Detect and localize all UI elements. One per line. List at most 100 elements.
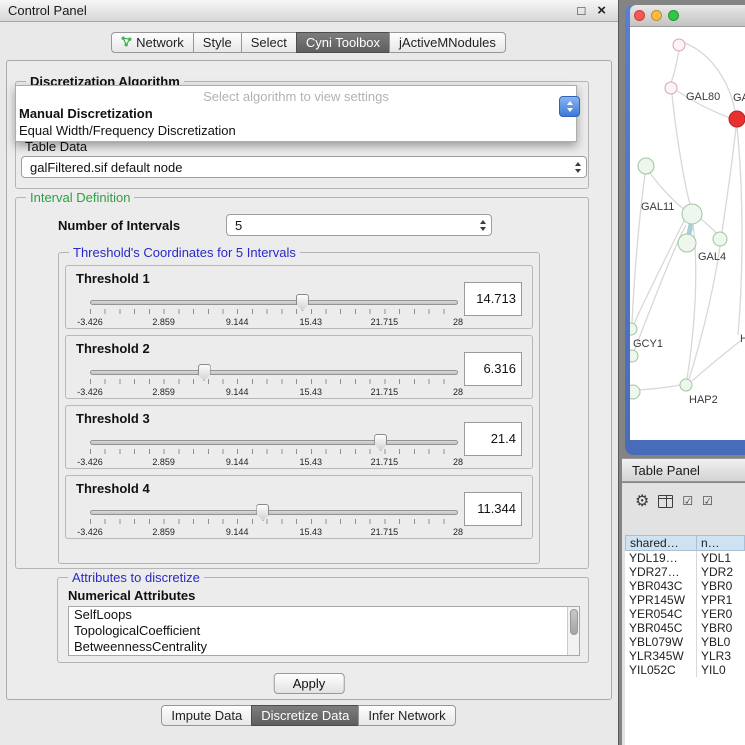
number-of-intervals-select[interactable]: 5: [226, 214, 492, 236]
network-node[interactable]: [630, 323, 637, 335]
threshold-value-field[interactable]: 6.316: [464, 352, 522, 386]
settings-gear-icon[interactable]: ⚙: [635, 491, 649, 511]
table-cell: YIL052C: [625, 663, 697, 677]
list-scrollbar[interactable]: [567, 607, 579, 655]
network-edge: [737, 127, 742, 335]
network-node-label: GAL80: [686, 91, 720, 103]
table-row[interactable]: YBR043CYBR0: [625, 579, 745, 593]
restore-icon[interactable]: □: [577, 3, 585, 18]
network-node[interactable]: [678, 234, 696, 252]
select-none-checkbox-icon[interactable]: ☑: [702, 494, 713, 508]
threshold-slider[interactable]: -3.4262.8599.14415.4321.71528: [90, 364, 458, 400]
network-node[interactable]: [630, 385, 640, 399]
bottom-tab-infer-network[interactable]: Infer Network: [358, 705, 455, 726]
mac-close-button[interactable]: [634, 10, 645, 21]
scale-tick-label: 28: [453, 387, 463, 397]
network-node[interactable]: [665, 82, 677, 94]
threshold-value-field[interactable]: 21.4: [464, 422, 522, 456]
stepper-icon: [480, 218, 486, 232]
threshold-value-field[interactable]: 14.713: [464, 282, 522, 316]
threshold-panel: Threshold 3-3.4262.8599.14415.4321.71528…: [65, 405, 533, 469]
scale-tick-label: -3.426: [77, 387, 103, 397]
tab-label: jActiveMNodules: [399, 35, 496, 50]
table-row[interactable]: YDL19…YDL1: [625, 551, 745, 565]
tab-select[interactable]: Select: [241, 32, 297, 53]
table-cell: YBL0: [697, 635, 745, 649]
attribute-list-item[interactable]: BetweennessCentrality: [69, 639, 579, 655]
table-cell: YDR27…: [625, 565, 697, 579]
network-node[interactable]: [682, 204, 702, 224]
network-canvas[interactable]: GAL80GALGAL11GAL4GCY1HHAP2: [630, 27, 745, 440]
list-scrollbar-thumb[interactable]: [570, 609, 578, 635]
threshold-slider[interactable]: -3.4262.8599.14415.4321.71528: [90, 504, 458, 540]
table-cell: YBR0: [697, 579, 745, 593]
threshold-slider[interactable]: -3.4262.8599.14415.4321.71528: [90, 294, 458, 330]
control-panel-titlebar: Control Panel □ ×: [0, 0, 618, 22]
number-of-intervals-value: 5: [235, 218, 242, 233]
interval-definition-group: Interval Definition Number of Intervals …: [15, 197, 589, 569]
threshold-value-field[interactable]: 11.344: [464, 492, 522, 526]
table-cell: YLR345W: [625, 649, 697, 663]
network-node[interactable]: [729, 111, 745, 127]
table-cell: YER0: [697, 607, 745, 621]
bottom-tab-discretize-data[interactable]: Discretize Data: [251, 705, 359, 726]
mac-zoom-button[interactable]: [668, 10, 679, 21]
threshold-slider[interactable]: -3.4262.8599.14415.4321.71528: [90, 434, 458, 470]
network-node[interactable]: [673, 39, 685, 51]
tab-jactivemnodules[interactable]: jActiveMNodules: [389, 32, 506, 53]
algorithm-option[interactable]: Equal Width/Frequency Discretization: [16, 122, 576, 139]
tab-label: Network: [136, 35, 184, 50]
close-icon[interactable]: ×: [597, 2, 606, 19]
table-panel: ⚙ ☑ ☑ shared… n… YDL19…YDL1YDR27…YDR2YBR…: [622, 483, 745, 745]
table-row[interactable]: YER054CYER0: [625, 607, 745, 621]
network-node[interactable]: [680, 379, 692, 391]
columns-icon[interactable]: [658, 495, 673, 508]
table-cell: YBR045C: [625, 621, 697, 635]
table-row[interactable]: YLR345WYLR3: [625, 649, 745, 663]
network-window-titlebar: [630, 5, 745, 27]
network-node[interactable]: [713, 232, 727, 246]
control-panel-window: Control Panel □ × Network StyleSelectCyni…: [0, 0, 619, 745]
scale-tick-label: 9.144: [226, 317, 249, 327]
attribute-list-item[interactable]: SelfLoops: [69, 607, 579, 623]
tab-cyni-toolbox[interactable]: Cyni Toolbox: [296, 32, 390, 53]
scale-tick-label: 15.43: [300, 457, 323, 467]
scale-tick-label: 9.144: [226, 457, 249, 467]
table-row[interactable]: YBR045CYBR0: [625, 621, 745, 635]
scale-tick-label: 28: [453, 317, 463, 327]
table-cell: YDL1: [697, 551, 745, 565]
threshold-label: Threshold 4: [76, 481, 150, 496]
algorithm-option[interactable]: Manual Discretization: [16, 105, 576, 122]
scale-tick-label: 9.144: [226, 527, 249, 537]
select-all-checkbox-icon[interactable]: ☑: [682, 494, 693, 508]
stepper-icon: [575, 160, 581, 174]
column-header-name[interactable]: n…: [697, 535, 745, 551]
threshold-panel: Threshold 2-3.4262.8599.14415.4321.71528…: [65, 335, 533, 399]
table-row[interactable]: YDR27…YDR2: [625, 565, 745, 579]
algorithm-placeholder-option[interactable]: Select algorithm to view settings: [16, 88, 576, 105]
network-view-window: GAL80GALGAL11GAL4GCY1HHAP2: [625, 5, 745, 455]
tab-network[interactable]: Network: [111, 32, 194, 53]
attributes-group-title: Attributes to discretize: [68, 570, 204, 585]
table-cell: YBR043C: [625, 579, 697, 593]
mac-minimize-button[interactable]: [651, 10, 662, 21]
network-node[interactable]: [630, 350, 638, 362]
network-edge: [671, 51, 679, 82]
interval-definition-title: Interval Definition: [26, 190, 134, 205]
node-table: shared… n… YDL19…YDL1YDR27…YDR2YBR043CYB…: [625, 535, 745, 745]
network-node[interactable]: [638, 158, 654, 174]
bottom-tab-impute-data[interactable]: Impute Data: [161, 705, 252, 726]
table-row[interactable]: YPR145WYPR1: [625, 593, 745, 607]
table-data-select[interactable]: galFiltered.sif default node: [21, 156, 587, 178]
cyni-toolbox-panel: Discretization Algorithm Table Data galF…: [6, 60, 612, 700]
table-row[interactable]: YBL079WYBL0: [625, 635, 745, 649]
table-row[interactable]: YIL052CYIL0: [625, 663, 745, 677]
apply-button[interactable]: Apply: [274, 673, 345, 694]
algorithm-select-stepper-icon[interactable]: [559, 96, 580, 117]
column-header-shared-name[interactable]: shared…: [625, 535, 697, 551]
thresholds-group: Threshold's Coordinates for 5 Intervals …: [58, 252, 540, 564]
tab-style[interactable]: Style: [193, 32, 242, 53]
tab-label: Infer Network: [368, 708, 445, 723]
scale-tick-label: 21.715: [371, 527, 399, 537]
attribute-list-item[interactable]: TopologicalCoefficient: [69, 623, 579, 639]
